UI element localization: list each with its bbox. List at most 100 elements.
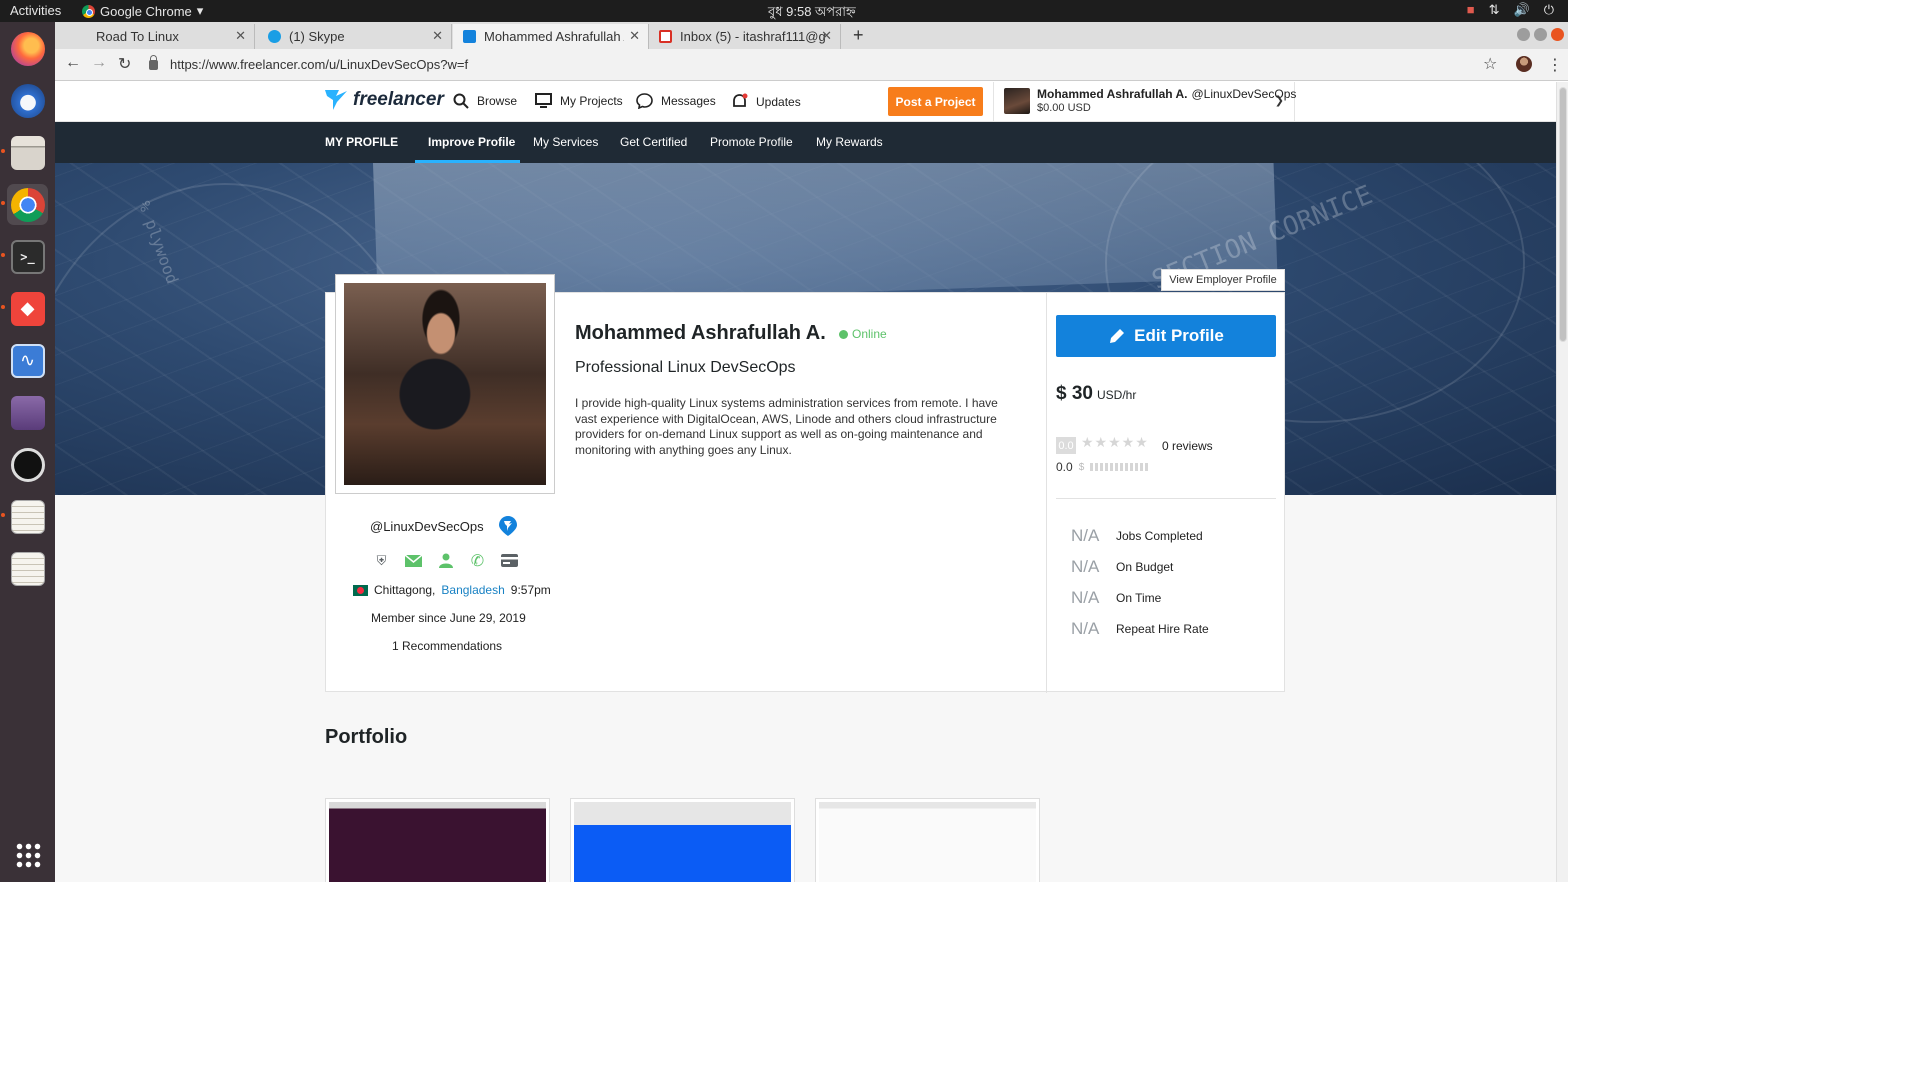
- payment-card-icon[interactable]: [501, 552, 518, 569]
- address-bar[interactable]: https://www.freelancer.com/u/LinuxDevSec…: [149, 52, 1509, 77]
- location-city: Chittagong,: [374, 583, 436, 597]
- edit-profile-button[interactable]: Edit Profile: [1056, 315, 1276, 357]
- lock-icon: [149, 54, 158, 70]
- minimize-button[interactable]: [1517, 28, 1530, 41]
- page-viewport: freelancer Browse My Projects Messages U…: [55, 82, 1556, 882]
- subnav-promote-profile[interactable]: Promote Profile: [710, 135, 793, 149]
- launcher-terminal[interactable]: >_: [7, 236, 48, 277]
- power-icon[interactable]: ⏻: [1544, 2, 1554, 18]
- activities-button[interactable]: Activities: [10, 3, 61, 18]
- tab-gmail[interactable]: Inbox (5) - itashraf111@g ✕: [649, 24, 841, 49]
- nav-updates[interactable]: Updates: [731, 93, 801, 110]
- os-top-bar: Activities Google Chrome ▾ বুধ 9:58 অপরা…: [0, 0, 1568, 22]
- shield-icon[interactable]: ⛨: [373, 552, 390, 569]
- launcher-files[interactable]: [7, 132, 48, 173]
- thunderbird-icon: [10, 83, 45, 118]
- launcher-text-editor[interactable]: [7, 496, 48, 537]
- subnav-get-certified[interactable]: Get Certified: [620, 135, 687, 149]
- reload-button[interactable]: ↻: [118, 54, 131, 74]
- stat-value: N/A: [1071, 526, 1100, 545]
- freelancer-logo[interactable]: freelancer: [325, 88, 444, 112]
- close-icon[interactable]: ✕: [235, 28, 246, 44]
- online-dot-icon: [839, 329, 848, 339]
- launcher-video-editor[interactable]: [7, 392, 48, 433]
- launcher-chrome[interactable]: [7, 184, 48, 225]
- logo-text: freelancer: [353, 89, 444, 110]
- terminal-icon: >_: [10, 239, 45, 274]
- view-employer-profile-button[interactable]: View Employer Profile: [1161, 269, 1285, 291]
- profile-photo-frame[interactable]: [335, 274, 555, 494]
- close-icon[interactable]: ✕: [432, 28, 443, 44]
- online-status-label: Online: [852, 327, 887, 341]
- profile-photo: [344, 283, 546, 485]
- close-window-button[interactable]: [1551, 28, 1564, 41]
- local-time: 9:57pm: [510, 583, 551, 597]
- show-applications-button[interactable]: [7, 834, 48, 875]
- tab-freelancer[interactable]: Mohammed Ashrafullah A ✕: [453, 24, 649, 49]
- close-icon[interactable]: ✕: [629, 28, 640, 44]
- portfolio-item[interactable]: [815, 798, 1040, 882]
- page-scrollbar[interactable]: [1556, 82, 1568, 882]
- email-verified-icon[interactable]: [405, 552, 422, 569]
- tab-road-to-linux[interactable]: Road To Linux ✕: [65, 24, 255, 49]
- new-tab-button[interactable]: +: [853, 25, 864, 46]
- subnav-my-rewards[interactable]: My Rewards: [816, 135, 883, 149]
- app-menu[interactable]: Google Chrome ▾: [82, 3, 203, 19]
- firefox-icon: [10, 31, 45, 66]
- user-verified-icon[interactable]: [437, 552, 454, 569]
- portfolio-item[interactable]: [570, 798, 795, 882]
- profile-subnav: MY PROFILE Improve Profile My Services G…: [55, 122, 1556, 163]
- stat-label: Jobs Completed: [1116, 529, 1203, 543]
- site-header: freelancer Browse My Projects Messages U…: [55, 82, 1556, 122]
- bookmark-star-icon[interactable]: ☆: [1483, 54, 1497, 74]
- reviews-count[interactable]: 0 reviews: [1162, 439, 1213, 453]
- nav-label: Browse: [477, 94, 518, 108]
- close-icon[interactable]: ✕: [821, 28, 832, 44]
- launcher-system-monitor[interactable]: ∿: [7, 340, 48, 381]
- avatar: [1004, 88, 1030, 114]
- subnav-my-services[interactable]: My Services: [533, 135, 598, 149]
- post-project-button[interactable]: Post a Project: [888, 87, 983, 116]
- nav-messages[interactable]: Messages: [636, 93, 716, 109]
- volume-icon[interactable]: 🔊: [1514, 2, 1530, 18]
- screen-record-icon[interactable]: ■: [1467, 2, 1475, 18]
- portfolio-item[interactable]: [325, 798, 550, 882]
- location-country-link[interactable]: Bangladesh: [441, 583, 504, 597]
- recommendations-count[interactable]: 1 Recommendations: [392, 639, 502, 653]
- launcher-obs[interactable]: [7, 444, 48, 485]
- skype-icon: [268, 30, 281, 43]
- chrome-icon: [10, 187, 45, 222]
- tab-skype[interactable]: (1) Skype ✕: [258, 24, 452, 49]
- menu-icon[interactable]: ⋮: [1547, 55, 1563, 75]
- freelancer-icon: [463, 30, 476, 43]
- chevron-down-icon: ▾: [196, 3, 204, 18]
- freelancer-badge-icon[interactable]: [498, 515, 518, 537]
- back-button[interactable]: ←: [65, 54, 81, 72]
- profile-avatar[interactable]: [1516, 56, 1532, 72]
- anydesk-icon: ◆: [10, 291, 45, 326]
- launcher-anydesk[interactable]: ◆: [7, 288, 48, 329]
- system-tray[interactable]: ■ ⇅ 🔊 ⏻: [1467, 2, 1554, 18]
- launcher-thunderbird[interactable]: [7, 80, 48, 121]
- running-indicator: [1, 201, 5, 205]
- network-icon[interactable]: ⇅: [1489, 2, 1500, 18]
- subnav-improve-profile[interactable]: Improve Profile: [428, 135, 515, 149]
- nav-my-projects[interactable]: My Projects: [535, 93, 623, 108]
- account-menu[interactable]: Mohammed Ashrafullah A. @LinuxDevSecOps $…: [993, 82, 1296, 122]
- stat-on-budget: N/A On Budget: [1071, 557, 1173, 577]
- forward-button[interactable]: →: [91, 54, 107, 72]
- stat-repeat-hire-rate: N/A Repeat Hire Rate: [1071, 619, 1209, 639]
- star-rating-icon: ★★★★★: [1081, 434, 1149, 450]
- nav-browse[interactable]: Browse: [453, 93, 517, 109]
- launcher-text-editor-2[interactable]: [7, 548, 48, 589]
- stat-label: On Time: [1116, 591, 1162, 605]
- clock[interactable]: বুধ 9:58 অপরাহ্ন: [768, 3, 856, 24]
- chrome-icon: [82, 4, 95, 18]
- maximize-button[interactable]: [1534, 28, 1547, 41]
- subnav-my-profile[interactable]: MY PROFILE: [325, 135, 398, 149]
- stat-value: N/A: [1071, 588, 1100, 607]
- scrollbar-thumb[interactable]: [1559, 87, 1567, 342]
- phone-verified-icon[interactable]: ✆: [469, 552, 486, 570]
- dollar-icon: $: [1078, 461, 1085, 473]
- launcher-firefox[interactable]: [7, 28, 48, 69]
